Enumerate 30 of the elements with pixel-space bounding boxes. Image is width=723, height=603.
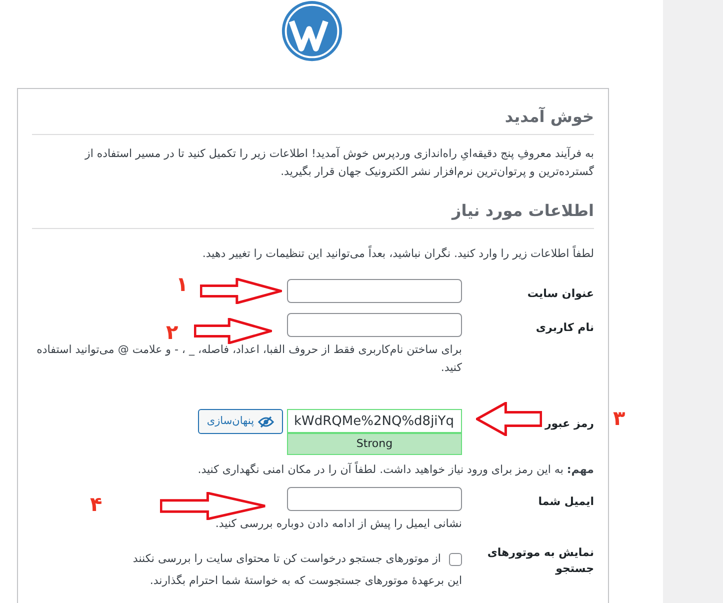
hide-password-button[interactable]: پنهان‌سازی <box>198 409 283 434</box>
arrow-icon <box>476 402 542 436</box>
annotation-number: ۴ <box>90 494 102 514</box>
input-field[interactable] <box>287 313 462 338</box>
field-label: نمایش به موتورهای جستجو <box>487 546 594 576</box>
annotation-number: ۲ <box>166 322 178 342</box>
eye-slash-icon <box>258 416 274 428</box>
arrow-icon <box>200 278 282 304</box>
input-field[interactable] <box>287 487 462 512</box>
annotation-number: ۳ <box>613 408 626 428</box>
field-label: رمز عبور <box>544 417 594 430</box>
password-field[interactable]: kWdRQMe%2NQ%d8jiYq <box>287 409 462 434</box>
field-label: ایمیل شما <box>538 495 594 508</box>
intro-text: لطفاً اطلاعات زیر را وارد کنید. نگران نباشید، بعداً می‌توانید این تنظیمات را تغییر دهید. <box>201 245 594 262</box>
annotation-number: ۱ <box>176 274 188 294</box>
section-heading: خوش آمدید <box>32 103 594 136</box>
help-text: این برعهدهٔ موتورهای جستجوست که به خواستهٔ شما احترام بگذارند. <box>148 572 462 589</box>
help-text: نشانی ایمیل را پیش از ادامه دادن دوباره بررسی کنید. <box>214 516 462 532</box>
help-text: مهم: به این رمز برای ورود نیاز خواهید داشت. لطفاً آن را در مکان امنی نگهداری کنید. <box>196 461 594 478</box>
arrow-icon <box>194 318 272 344</box>
section-heading: اطلاعات مورد نیاز <box>32 197 594 230</box>
checkbox-label: از موتورهای جستجو درخواست کن تا محتوای سایت را بررسی نکنند <box>132 551 441 568</box>
field-label: نام کاربری <box>536 321 594 334</box>
help-text: برای ساختن نام‌کاربری فقط از حروف الفبا، اعداد، فاصله، _ ، - و علامت @ می‌توانید استفاده کنید. <box>36 342 462 376</box>
arrow-icon <box>160 492 266 520</box>
strength-meter: Strong <box>287 433 462 456</box>
checkbox[interactable] <box>449 553 462 566</box>
field-label: عنوان سایت <box>527 287 594 300</box>
welcome-text: به فرآیند معروفِ پنج دقیقه‌ایِ راه‌اندازی وردپرس خوش آمدید! اطلاعات زیر را تکمیل کنید تا در مسیر استفاده از گسترده‌ترین و پرتوان‌ترین نرم‌افزار نشر الکترونیک جهان قرار بگیرید. <box>84 146 594 180</box>
input-field[interactable] <box>287 279 462 304</box>
